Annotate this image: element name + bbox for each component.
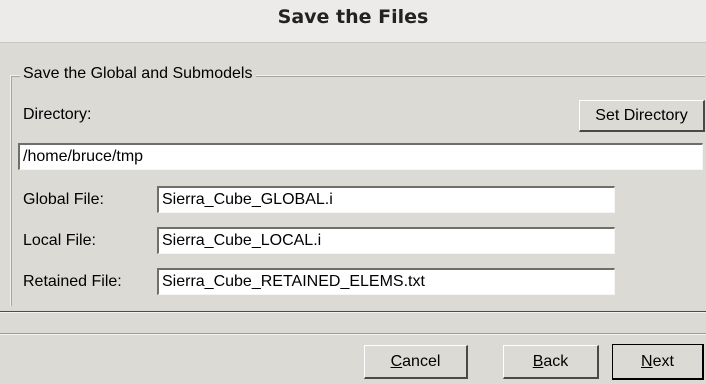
cancel-label: ancel <box>402 353 441 370</box>
separator-highlight <box>0 312 706 313</box>
global-file-label: Global File: <box>23 191 104 208</box>
back-label: ack <box>543 353 569 370</box>
group-legend: Save the Global and Submodels <box>20 65 257 83</box>
retained-file-label: Retained File: <box>23 273 122 290</box>
directory-input[interactable]: /home/bruce/tmp <box>18 143 703 170</box>
title-bar: Save the Files <box>0 0 706 43</box>
directory-label: Directory: <box>23 106 92 123</box>
next-label: ext <box>652 353 674 370</box>
local-file-input[interactable]: Sierra_Cube_LOCAL.i <box>157 227 615 254</box>
retained-file-input[interactable]: Sierra_Cube_RETAINED_ELEMS.txt <box>157 268 615 295</box>
back-mnemonic: B <box>532 353 544 370</box>
separator-lower-highlight <box>0 334 706 335</box>
window-title: Save the Files <box>277 6 429 28</box>
local-file-label: Local File: <box>23 232 96 249</box>
cancel-mnemonic: C <box>390 353 403 370</box>
next-button[interactable]: Next <box>612 344 704 380</box>
back-button[interactable]: Back <box>503 345 599 379</box>
set-directory-button[interactable]: Set Directory <box>579 100 705 132</box>
next-mnemonic: N <box>641 353 653 370</box>
cancel-button[interactable]: Cancel <box>364 345 468 379</box>
global-file-input[interactable]: Sierra_Cube_GLOBAL.i <box>157 186 615 213</box>
